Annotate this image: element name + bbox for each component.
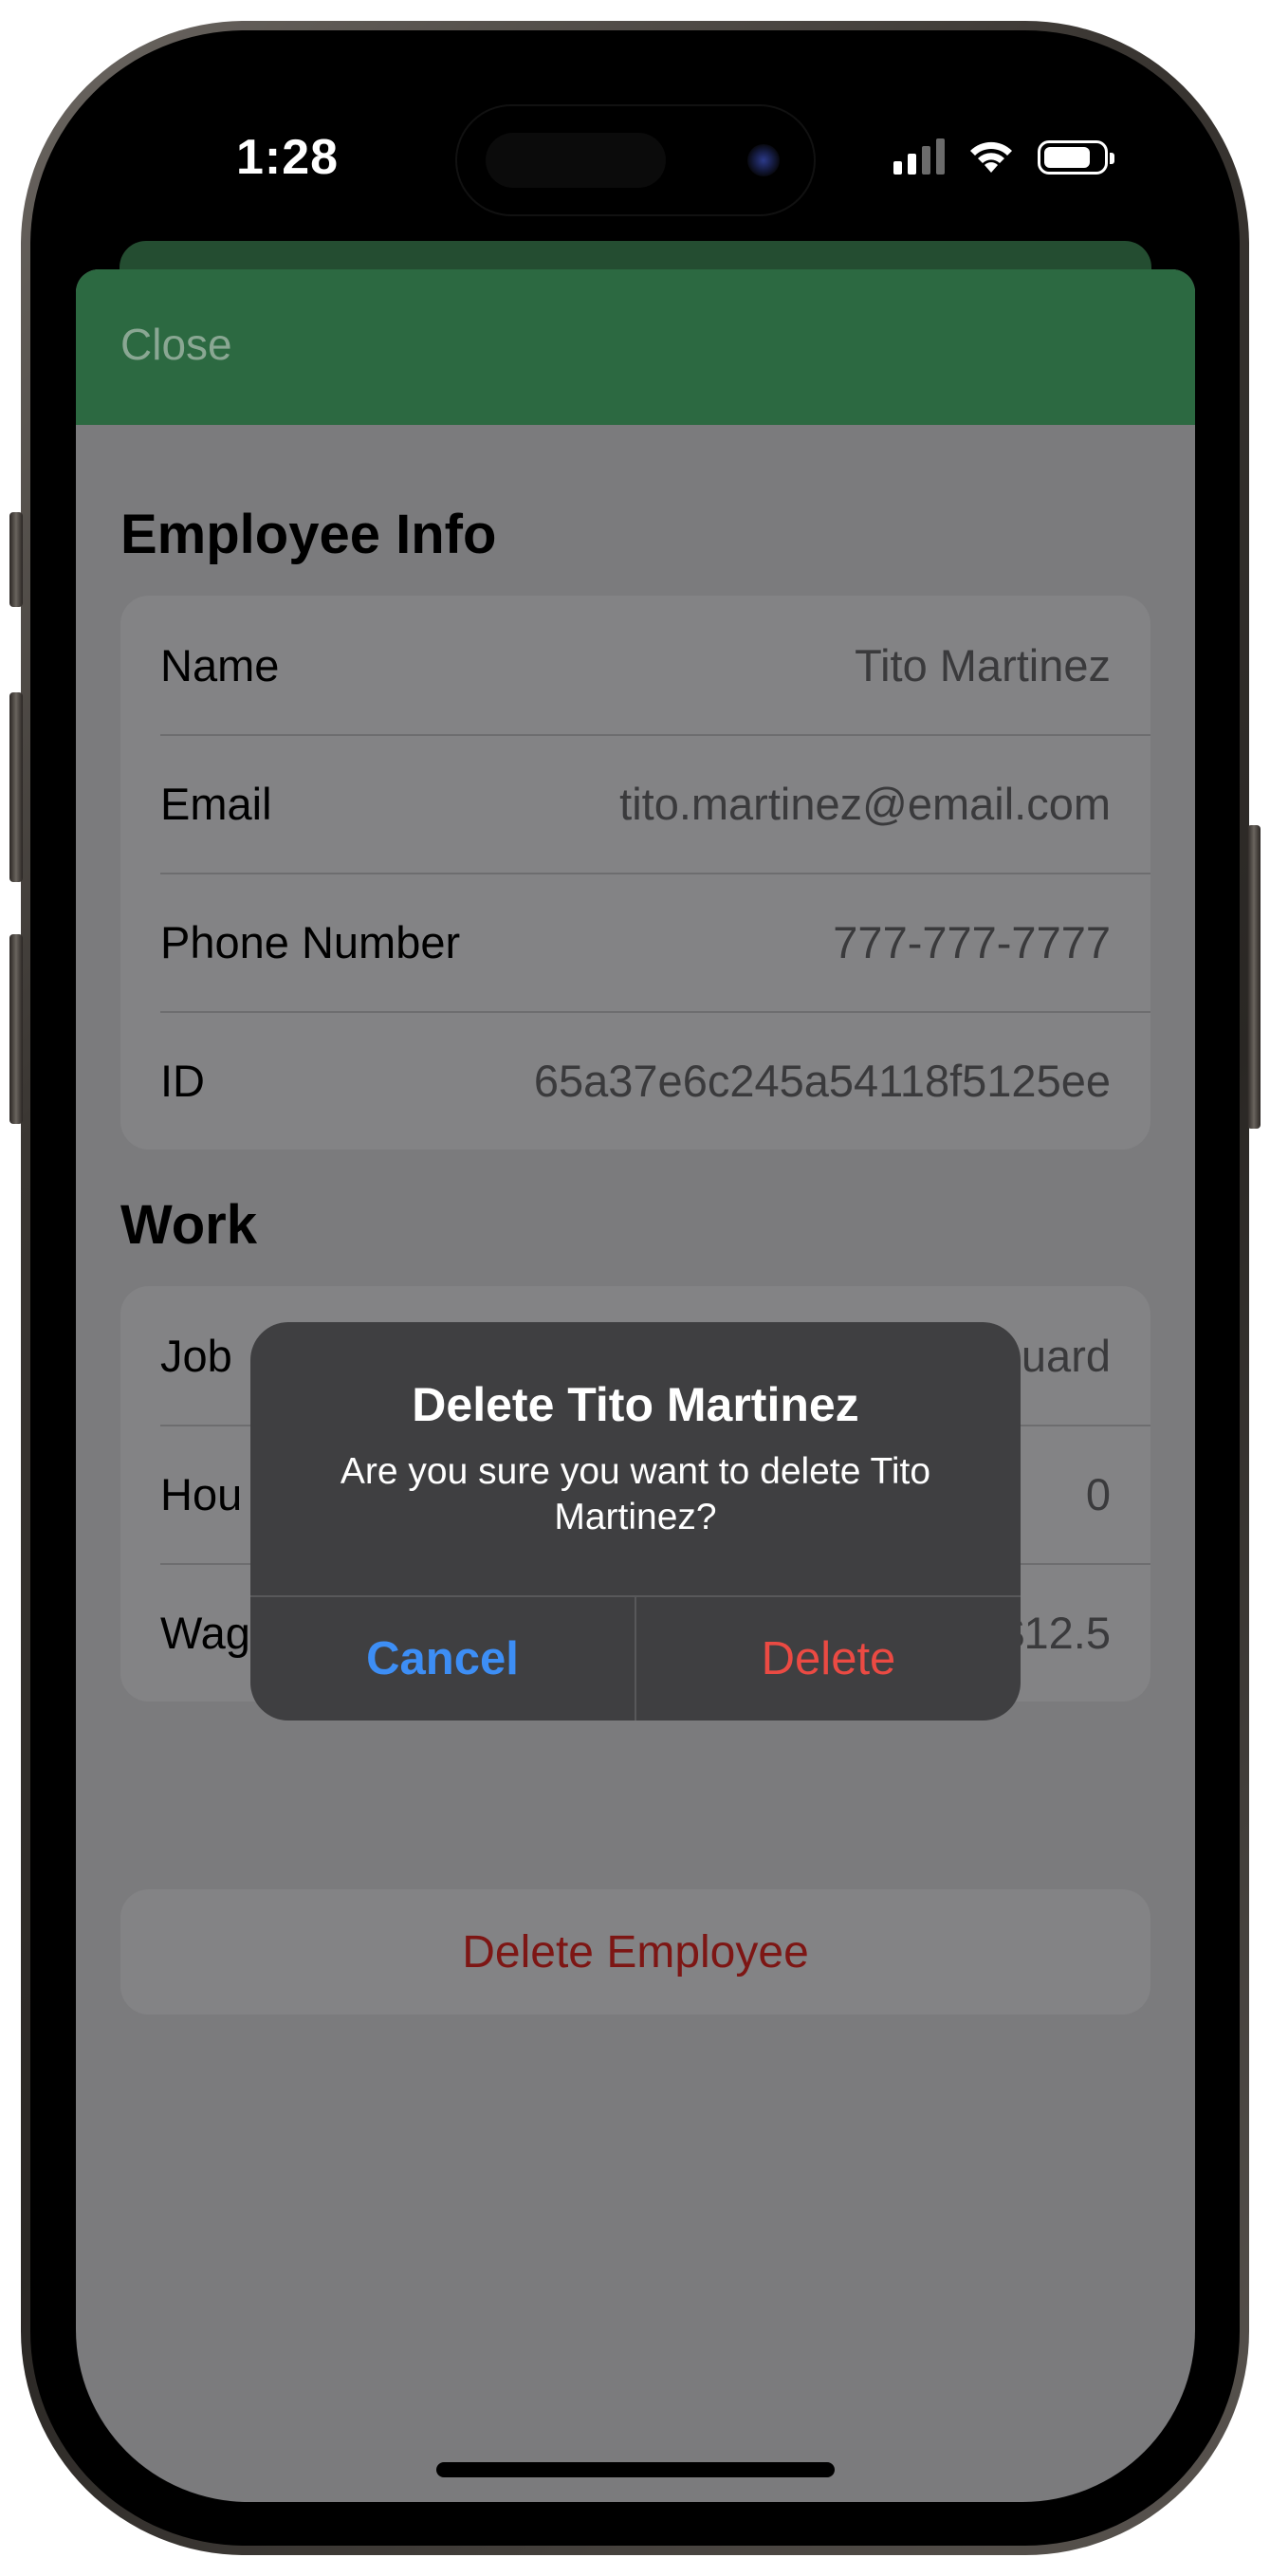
row-value: 777-777-7777	[833, 916, 1111, 967]
volume-down-button	[9, 934, 23, 1124]
action-button	[9, 512, 23, 607]
alert-message: Are you sure you want to delete Tito Mar…	[340, 1451, 931, 1537]
wifi-icon	[970, 141, 1012, 173]
status-time: 1:28	[235, 130, 340, 185]
battery-fill	[1044, 147, 1090, 168]
navigation-bar: Close	[76, 269, 1195, 425]
work-info-title: Work	[120, 1194, 257, 1256]
battery-cap	[1110, 153, 1114, 164]
alert-title: Delete Tito Martinez	[412, 1378, 859, 1431]
island-inner	[486, 133, 666, 188]
name-row[interactable]: Name Tito Martinez	[120, 596, 1150, 734]
row-value: 0	[1085, 1468, 1111, 1519]
cellular-signal-icon	[893, 137, 945, 175]
row-label: Name	[160, 639, 280, 690]
cancel-button[interactable]: Cancel	[250, 1597, 635, 1720]
screen: 1:28 Close Employee Info Name Tito Marti…	[76, 74, 1195, 2502]
email-row[interactable]: Email tito.martinez@email.com	[120, 734, 1150, 873]
delete-confirmation-alert: Delete Tito Martinez Are you sure you wa…	[250, 1322, 1021, 1720]
row-value: uard	[1021, 1330, 1111, 1381]
status-icons	[893, 137, 1114, 175]
phone-row[interactable]: Phone Number 777-777-7777	[120, 873, 1150, 1011]
row-label: Phone Number	[160, 916, 461, 967]
battery-icon	[1038, 140, 1114, 175]
delete-button[interactable]: Delete	[636, 1597, 1021, 1720]
employee-info-card: Name Tito Martinez Email tito.martinez@e…	[120, 596, 1150, 1150]
home-indicator[interactable]	[436, 2462, 835, 2477]
row-label: Job	[160, 1330, 232, 1381]
delete-employee-button[interactable]: Delete Employee	[120, 1889, 1150, 2015]
employee-detail-sheet: Close Employee Info Name Tito Martinez E…	[76, 269, 1195, 2502]
volume-up-button	[9, 692, 23, 882]
row-label: ID	[160, 1055, 205, 1106]
id-row[interactable]: ID 65a37e6c245a54118f5125ee	[120, 1011, 1150, 1150]
row-value: tito.martinez@email.com	[619, 778, 1111, 829]
front-camera-icon	[747, 144, 780, 176]
power-button	[1247, 825, 1261, 1129]
close-button[interactable]: Close	[120, 319, 232, 370]
row-value: Tito Martinez	[855, 639, 1111, 690]
row-label: Email	[160, 778, 272, 829]
row-value: 65a37e6c245a54118f5125ee	[533, 1055, 1111, 1106]
dynamic-island	[457, 106, 814, 214]
employee-info-title: Employee Info	[120, 504, 497, 565]
row-label: Hou	[160, 1468, 243, 1519]
